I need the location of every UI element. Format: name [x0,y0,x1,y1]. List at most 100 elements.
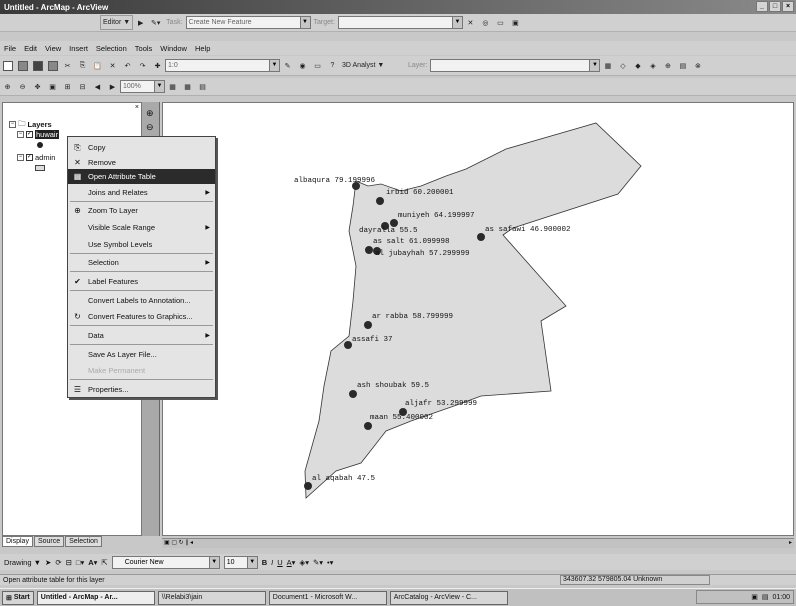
zoom-in-icon[interactable]: ⊕ [0,79,15,94]
taskbar-item-arcmap[interactable]: Untitled - ArcMap - Ar... [36,590,155,605]
map-point[interactable] [304,482,312,490]
new-icon[interactable] [0,58,15,73]
editor-menu-button[interactable]: Editor ▼ [100,15,134,30]
menu-item-open-attribute-table[interactable]: ▦ Open Attribute Table [68,169,215,184]
map-point[interactable] [365,246,373,254]
map-point[interactable] [477,233,485,241]
forward-icon[interactable]: ▶ [105,79,120,94]
attributes-icon[interactable]: ▭ [493,15,508,30]
menu-item-use-symbol-levels[interactable]: Use Symbol Levels [68,237,215,252]
line-color-icon[interactable]: ✎▾ [313,558,323,567]
copy-icon[interactable]: ⎘ [75,58,90,73]
map-point[interactable] [344,341,352,349]
back-icon[interactable]: ◀ [90,79,105,94]
menu-window[interactable]: Window [160,44,187,53]
taskbar-item-folder[interactable]: \\Relabi3\jain [157,590,266,605]
3d-tool-icon[interactable]: ▤ [675,58,690,73]
map-canvas[interactable]: albaqura 79.199996 irbid 60.200001 muniyeh… [163,103,795,537]
undo-icon[interactable]: ↶ [120,58,135,73]
save-icon[interactable] [30,58,45,73]
3d-tool-icon[interactable]: ▦ [600,58,615,73]
horizontal-scrollbar[interactable]: ▣ ▢ ↻ ∥ ◂ ▸ [162,538,794,548]
collapse-icon[interactable]: − [17,154,24,161]
full-extent-icon[interactable]: ▣ [45,79,60,94]
menu-item-save-as-layer-file[interactable]: Save As Layer File... [68,347,215,362]
tray-icon[interactable]: ▤ [762,593,769,601]
drawing-menu[interactable]: Drawing ▼ [4,558,41,567]
maximize-button[interactable]: □ [769,1,781,12]
target-combo[interactable]: ▼ [337,16,463,29]
edit-vertices-icon[interactable]: ⇱ [101,558,107,567]
menu-item-selection[interactable]: Selection ▶ [68,255,215,270]
scroll-right-icon[interactable]: ▸ [789,539,792,546]
zoom-in-icon[interactable]: ⊕ [146,108,154,119]
menu-item-label-features[interactable]: ✔ Label Features [68,274,215,289]
menu-help[interactable]: Help [195,44,210,53]
add-data-icon[interactable]: ✚ [150,58,165,73]
map-view[interactable]: albaqura 79.199996 irbid 60.200001 muniyeh… [162,102,794,536]
print-icon[interactable] [45,58,60,73]
task-combo[interactable]: Create New Feature ▼ [185,16,311,29]
sketch-tool-icon[interactable]: ✎▾ [148,15,163,30]
marker-color-icon[interactable]: •▾ [327,558,333,567]
zoom-combo[interactable]: 100% ▼ [120,80,165,93]
menu-item-data[interactable]: Data ▶ [68,328,215,343]
menu-item-convert-labels[interactable]: Convert Labels to Annotation... [68,293,215,308]
editor-toolbar-icon[interactable]: ✎ [280,58,295,73]
arctoolbox-icon[interactable]: ◉ [295,58,310,73]
underline-button[interactable]: U [277,558,282,567]
start-button[interactable]: ⊞ Start [2,590,34,605]
fixed-zoom-out-icon[interactable]: ⊟ [75,79,90,94]
toc-layer-1[interactable]: − ✓ huwair [17,130,60,139]
menu-item-properties[interactable]: ☰ Properties... [68,382,215,397]
font-color-icon[interactable]: A▾ [287,558,296,567]
tab-selection[interactable]: Selection [65,536,102,547]
menu-file[interactable]: File [4,44,16,53]
menu-item-joins-relates[interactable]: Joins and Relates ▶ [68,185,215,200]
delete-icon[interactable]: ✕ [463,15,478,30]
font-combo[interactable]: Courier New ▼ [111,555,220,569]
menu-item-copy[interactable]: ⎘ Copy [68,140,215,155]
view-toggle-icons[interactable]: ▣ ▢ ↻ ∥ ◂ [164,539,193,546]
zoom-whole-page-icon[interactable]: ⊟ [66,558,72,567]
layer-visibility-checkbox[interactable]: ✓ [26,131,33,138]
collapse-icon[interactable]: − [17,131,24,138]
map-point[interactable] [364,422,372,430]
rectangle-icon[interactable]: □▾ [76,558,84,567]
taskbar-item-arccatalog[interactable]: ArcCatalog - ArcView - C... [389,590,508,605]
text-icon[interactable]: A▾ [88,558,97,567]
3d-tool-icon[interactable]: ◇ [615,58,630,73]
paste-icon[interactable]: 📋 [90,58,105,73]
menu-selection[interactable]: Selection [96,44,127,53]
layout-icon[interactable]: ▦ [180,79,195,94]
tab-source[interactable]: Source [33,536,65,547]
menu-item-visible-scale-range[interactable]: Visible Scale Range ▶ [68,220,215,235]
layout-icon[interactable]: ▦ [165,79,180,94]
map-point[interactable] [376,197,384,205]
command-line-icon[interactable]: ▭ [310,58,325,73]
menu-tools[interactable]: Tools [135,44,153,53]
zoom-out-icon[interactable]: ⊖ [15,79,30,94]
edit-tool-icon[interactable]: ▶ [133,15,148,30]
3d-tool-icon[interactable]: ◆ [630,58,645,73]
map-point[interactable] [390,219,398,227]
cut-icon[interactable]: ✂ [60,58,75,73]
bold-button[interactable]: B [262,558,267,567]
sketch-properties-icon[interactable]: ▣ [508,15,523,30]
minimize-button[interactable]: _ [756,1,768,12]
map-point[interactable] [349,390,357,398]
menu-item-zoom-to-layer[interactable]: ⊕ Zoom To Layer [68,203,215,218]
layer-combo[interactable]: ▼ [430,59,601,72]
tray-icon[interactable]: ▣ [751,593,758,601]
3d-tool-icon[interactable]: ◈ [645,58,660,73]
layout-icon[interactable]: ▤ [195,79,210,94]
delete-icon[interactable]: ✕ [105,58,120,73]
layer-visibility-checkbox[interactable]: ✓ [26,154,33,161]
menu-item-convert-features[interactable]: ↻ Convert Features to Graphics... [68,309,215,324]
3d-tool-icon[interactable]: ⊕ [660,58,675,73]
rotate-icon[interactable]: ⟳ [55,558,61,567]
close-button[interactable]: × [782,1,794,12]
menu-edit[interactable]: Edit [24,44,37,53]
split-icon[interactable]: ◎ [478,15,493,30]
menu-item-remove[interactable]: ✕ Remove [68,155,215,170]
